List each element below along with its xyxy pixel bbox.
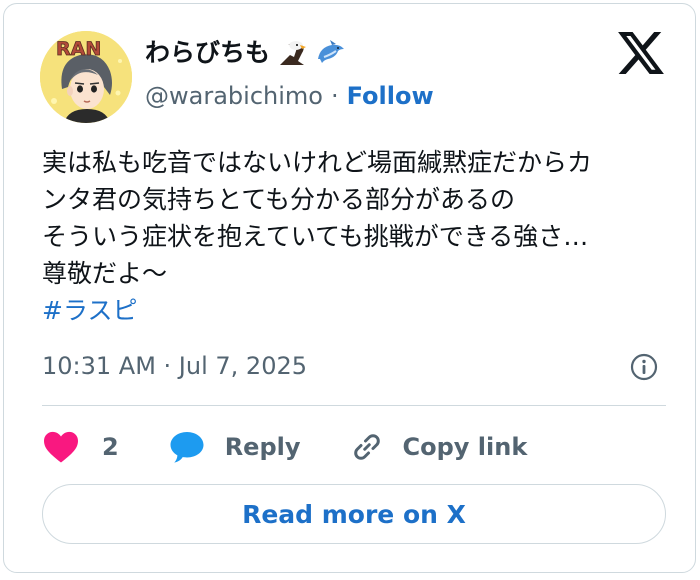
avatar-logo-text: RAN	[56, 38, 101, 60]
reply-button[interactable]: Reply	[169, 430, 301, 464]
tweet-timestamp[interactable]: 10:31 AM · Jul 7, 2025	[42, 350, 307, 382]
tweet-card: RAN わらびちも @warabichimo · Follow 実は私も吃音では…	[3, 3, 696, 573]
tweet-text: 実は私も吃音ではないけれど場面緘黙症だからカ ンタ君の気持ちとても分かる部分があ…	[42, 144, 667, 329]
separator-dot: ·	[330, 82, 339, 110]
display-name-text: わらびちも	[145, 38, 271, 67]
info-icon[interactable]	[629, 352, 659, 382]
avatar[interactable]: RAN	[40, 31, 132, 123]
reply-label: Reply	[224, 433, 301, 461]
like-count: 2	[102, 433, 119, 461]
tweet-text-line: 尊敬だよ〜	[42, 259, 168, 288]
avatar-illustration: RAN	[40, 31, 132, 123]
hashtag-link[interactable]: #ラスピ	[42, 292, 667, 329]
author-display-name[interactable]: わらびちも	[145, 36, 346, 70]
copy-link-label: Copy link	[402, 433, 528, 461]
eagle-emoji-icon	[280, 41, 307, 65]
divider	[42, 405, 666, 406]
action-bar: 2 Reply Copy link	[42, 422, 527, 472]
author-handle[interactable]: @warabichimo	[145, 81, 323, 111]
copy-link-button[interactable]: Copy link	[349, 429, 528, 465]
tweet-text-line: そういう症状を抱えていても挑戦ができる強さ…	[42, 222, 589, 251]
dolphin-emoji-icon	[318, 40, 345, 63]
tweet-text-line: ンタ君の気持ちとても分かる部分があるの	[42, 185, 516, 214]
author-handle-row: @warabichimo · Follow	[145, 81, 434, 111]
x-logo-icon[interactable]	[618, 32, 664, 74]
heart-icon	[44, 431, 78, 463]
like-button[interactable]: 2	[42, 430, 119, 464]
link-icon	[353, 434, 380, 460]
follow-button[interactable]: Follow	[347, 81, 434, 111]
tweet-text-line: 実は私も吃音ではないけれど場面緘黙症だからカ	[42, 148, 593, 177]
speech-bubble-icon	[170, 432, 204, 463]
read-more-button[interactable]: Read more on X	[42, 484, 666, 544]
